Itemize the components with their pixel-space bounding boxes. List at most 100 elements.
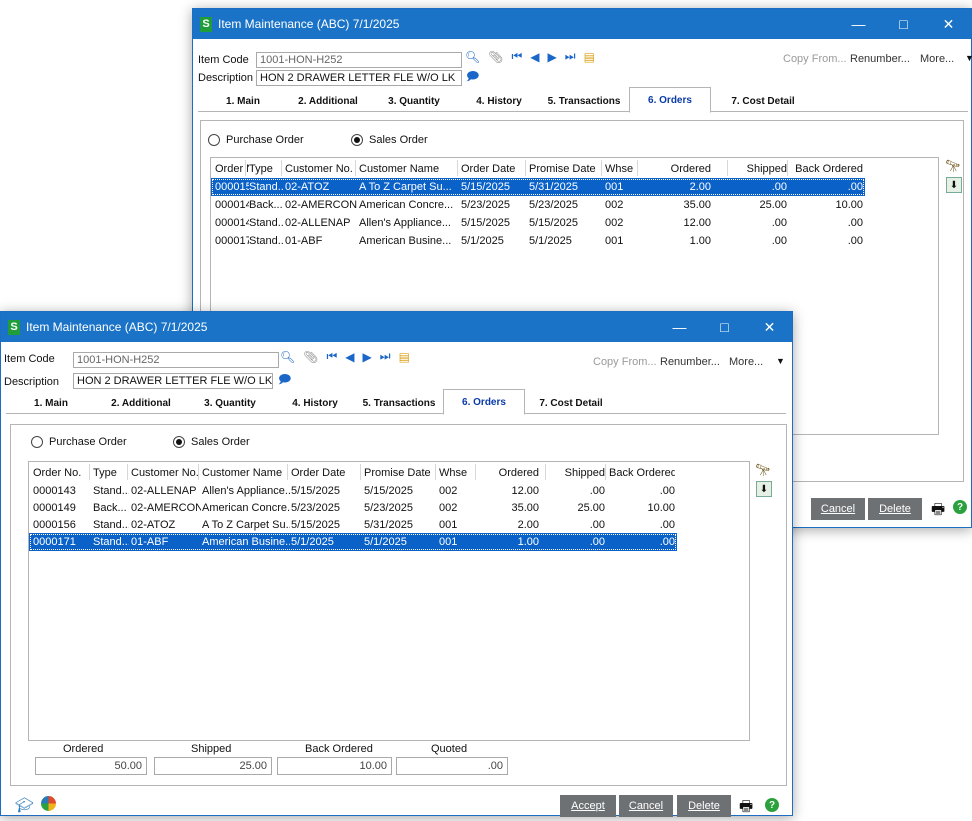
copy-from-button[interactable]: Copy From... [593,356,657,368]
maximize-icon[interactable]: □ [881,9,926,39]
more-button[interactable]: More... [920,53,954,65]
column-separator[interactable] [787,160,788,176]
column-header[interactable]: Customer Name [359,160,459,178]
orders-grid[interactable]: Order No.TypeCustomer No.Customer NameOr… [28,461,750,741]
help-icon[interactable]: ? [765,798,779,812]
column-header[interactable]: Order No. [215,160,249,178]
tab-orders[interactable]: 6. Orders [629,87,711,113]
tab-quantity[interactable]: 3. Quantity [199,393,261,413]
column-separator[interactable] [601,160,602,176]
column-separator[interactable] [727,160,728,176]
copy-from-button[interactable]: Copy From... [783,53,847,65]
last-record-icon[interactable]: ⏭︎ [565,49,576,64]
table-row[interactable]: 0000156Stand...02-ATOZA To Z Carpet Su..… [29,516,677,534]
tab-additional[interactable]: 2. Additional [106,393,176,413]
column-separator[interactable] [198,464,199,480]
graduation-cap-icon[interactable]: 🎓︎ [15,796,34,814]
column-header[interactable]: Shipped [549,464,605,482]
print-icon[interactable]: 🖶︎ [739,796,753,821]
table-row[interactable]: 0000143Stand...02-ALLENAP Allen's Applian… [211,214,865,232]
column-header[interactable]: Order Date [461,160,525,178]
sales-order-radio[interactable]: Sales Order [173,436,250,448]
column-header[interactable]: Customer Name [202,464,290,482]
memo-icon[interactable]: 🗩 [466,67,479,88]
column-separator[interactable] [360,464,361,480]
print-icon[interactable]: 🖶︎ [931,499,945,524]
binoculars-icon[interactable]: 🔭︎ [755,463,770,477]
renumber-button[interactable]: Renumber... [660,356,720,368]
chart-wheel-icon[interactable] [41,796,56,811]
memo-icon[interactable]: 🗩 [278,370,291,391]
column-separator[interactable] [457,160,458,176]
more-button[interactable]: More... [729,356,763,368]
paperclip-icon[interactable]: 📎︎ [488,50,503,64]
notes-icon[interactable]: ▤ [399,350,410,364]
search-icon[interactable]: 🔍︎ [280,350,295,364]
column-header[interactable]: Whse [439,464,475,482]
more-dropdown-icon[interactable]: ▼ [965,53,972,63]
purchase-order-radio[interactable]: Purchase Order [208,134,304,146]
column-separator[interactable] [281,160,282,176]
description-field[interactable]: HON 2 DRAWER LETTER FLE W/O LK [73,373,273,389]
tab-history[interactable]: 4. History [470,91,528,111]
previous-record-icon[interactable]: ◀ [530,50,539,64]
search-icon[interactable]: 🔍︎ [465,50,480,64]
previous-record-icon[interactable]: ◀ [345,350,354,364]
more-dropdown-icon[interactable]: ▼ [776,356,785,366]
column-header[interactable]: Order No. [33,464,91,482]
close-icon[interactable]: ✕ [926,9,971,39]
column-separator[interactable] [525,160,526,176]
first-record-icon[interactable]: ⏮︎ [511,49,522,64]
column-header[interactable]: Type [249,160,283,178]
drill-down-icon[interactable]: ⬇︎ [946,177,962,193]
minimize-icon[interactable]: — [836,9,881,39]
tab-cost-detail[interactable]: 7. Cost Detail [723,91,803,111]
column-header[interactable]: Promise Date [364,464,434,482]
column-header[interactable]: Back Ordered [609,464,675,482]
next-record-icon[interactable]: ▶ [363,350,372,364]
column-separator[interactable] [605,464,606,480]
tab-quantity[interactable]: 3. Quantity [383,91,445,111]
drill-down-icon[interactable]: ⬇︎ [756,481,772,497]
column-separator[interactable] [435,464,436,480]
column-separator[interactable] [355,160,356,176]
column-separator[interactable] [89,464,90,480]
notes-icon[interactable]: ▤ [584,50,595,64]
table-row[interactable]: 0000149Back...02-AMERCONAmerican Concre.… [211,196,865,214]
column-separator[interactable] [637,160,638,176]
column-header[interactable]: Order Date [291,464,361,482]
tab-main[interactable]: 1. Main [26,393,76,413]
first-record-icon[interactable]: ⏮︎ [326,349,337,364]
next-record-icon[interactable]: ▶ [548,50,557,64]
column-header[interactable]: Type [93,464,129,482]
table-row[interactable]: 0000171Stand...01-ABFAmerican Busine...5… [29,533,677,551]
column-header[interactable]: Promise Date [529,160,601,178]
sales-order-radio[interactable]: Sales Order [351,134,428,146]
column-separator[interactable] [245,160,246,176]
help-icon[interactable]: ? [953,500,967,514]
item-code-field[interactable]: 1001-HON-H252 [256,52,462,68]
delete-button[interactable]: Delete [868,498,922,520]
tab-additional[interactable]: 2. Additional [293,91,363,111]
tab-history[interactable]: 4. History [286,393,344,413]
column-header[interactable]: Back Ordered [791,160,863,178]
tab-cost-detail[interactable]: 7. Cost Detail [531,393,611,413]
close-icon[interactable]: ✕ [747,312,792,342]
paperclip-icon[interactable]: 📎︎ [303,350,318,364]
column-header[interactable]: Whse [605,160,639,178]
tab-transactions[interactable]: 5. Transactions [359,393,439,413]
description-field[interactable]: HON 2 DRAWER LETTER FLE W/O LK [256,70,462,86]
tab-main[interactable]: 1. Main [218,91,268,111]
column-header[interactable]: Customer No. [285,160,357,178]
table-row[interactable]: 0000171Stand...01-ABFAmerican Busine...5… [211,232,865,250]
renumber-button[interactable]: Renumber... [850,53,910,65]
column-header[interactable]: Ordered [641,160,711,178]
table-row[interactable]: 0000156Stand...02-ATOZA To Z Carpet Su..… [211,178,865,196]
last-record-icon[interactable]: ⏭︎ [380,349,391,364]
cancel-button[interactable]: Cancel [619,795,673,817]
delete-button[interactable]: Delete [677,795,731,817]
maximize-icon[interactable]: □ [702,312,747,342]
column-separator[interactable] [127,464,128,480]
column-separator[interactable] [475,464,476,480]
column-separator[interactable] [287,464,288,480]
